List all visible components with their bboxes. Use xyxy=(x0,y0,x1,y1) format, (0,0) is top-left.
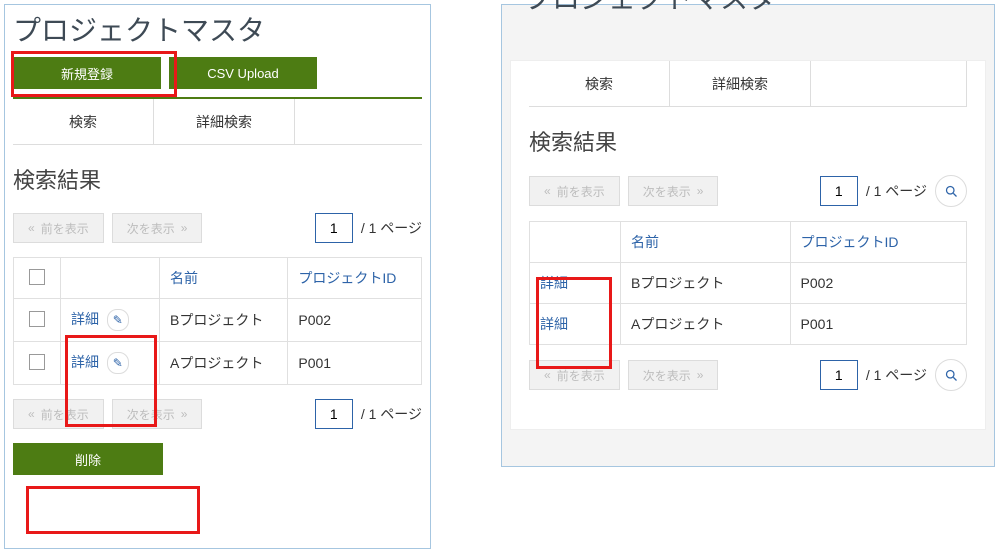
cell-project-id: P001 xyxy=(790,304,966,345)
pager-prev-label: 前を表示 xyxy=(557,367,605,384)
cell-detail: 詳細 ✎ xyxy=(61,299,160,342)
pager-prev[interactable]: « 前を表示 xyxy=(13,399,104,429)
pager-top: « 前を表示 次を表示 » / 1 ページ xyxy=(529,175,967,207)
cell-project-id: P002 xyxy=(790,263,966,304)
pager-next[interactable]: 次を表示 » xyxy=(628,360,719,390)
tab-search[interactable]: 検索 xyxy=(529,61,670,106)
pager-next[interactable]: 次を表示 » xyxy=(112,399,203,429)
header-detail xyxy=(61,258,160,299)
cell-name: Bプロジェクト xyxy=(160,299,288,342)
cell-project-id: P001 xyxy=(288,342,422,385)
checkbox-icon xyxy=(29,354,45,370)
page-total: / 1 ページ xyxy=(361,404,422,424)
page-total: / 1 ページ xyxy=(361,218,422,238)
chevron-left-icon: « xyxy=(544,184,551,198)
search-icon[interactable] xyxy=(935,359,967,391)
pager-prev[interactable]: « 前を表示 xyxy=(13,213,104,243)
tab-search[interactable]: 検索 xyxy=(13,99,154,144)
page-input[interactable] xyxy=(820,360,858,390)
page-input[interactable] xyxy=(820,176,858,206)
table-row: 詳細 Aプロジェクト P001 xyxy=(530,304,967,345)
pager-prev[interactable]: « 前を表示 xyxy=(529,360,620,390)
header-detail xyxy=(530,222,621,263)
chevron-right-icon: » xyxy=(697,184,704,198)
cell-detail: 詳細 xyxy=(530,304,621,345)
chevron-left-icon: « xyxy=(28,221,35,235)
pager-bottom: « 前を表示 次を表示 » / 1 ページ xyxy=(13,399,422,429)
chevron-right-icon: » xyxy=(697,368,704,382)
tab-detail-search[interactable]: 詳細検索 xyxy=(670,61,811,106)
page-title: プロジェクトマスタ xyxy=(524,0,986,17)
header-project-id[interactable]: プロジェクトID xyxy=(790,222,966,263)
pager-prev-label: 前を表示 xyxy=(41,406,89,423)
header-name[interactable]: 名前 xyxy=(160,258,288,299)
header-checkbox-cell[interactable] xyxy=(14,258,61,299)
cell-project-id: P002 xyxy=(288,299,422,342)
tab-row: 検索 詳細検索 xyxy=(529,61,967,107)
csv-upload-button[interactable]: CSV Upload xyxy=(169,57,317,89)
delete-button[interactable]: 削除 xyxy=(13,443,163,475)
results-table: 名前 プロジェクトID 詳細 ✎ Bプロジェクト P002 xyxy=(13,257,422,385)
right-inner: 検索 詳細検索 検索結果 « 前を表示 次を表示 » / 1 ページ xyxy=(510,60,986,430)
cell-name: Aプロジェクト xyxy=(621,304,791,345)
header-project-id[interactable]: プロジェクトID xyxy=(288,258,422,299)
page-input[interactable] xyxy=(315,213,353,243)
page-total: / 1 ページ xyxy=(866,181,927,201)
chevron-right-icon: » xyxy=(181,407,188,421)
table-row: 詳細 ✎ Aプロジェクト P001 xyxy=(14,342,422,385)
tab-detail-search[interactable]: 詳細検索 xyxy=(154,99,295,144)
header-name[interactable]: 名前 xyxy=(621,222,791,263)
detail-link[interactable]: 詳細 xyxy=(540,275,568,291)
pager-prev[interactable]: « 前を表示 xyxy=(529,176,620,206)
cell-name: Aプロジェクト xyxy=(160,342,288,385)
page-input[interactable] xyxy=(315,399,353,429)
tab-empty xyxy=(811,61,967,106)
pencil-icon[interactable]: ✎ xyxy=(107,309,129,331)
checkbox-icon xyxy=(29,269,45,285)
pager-bottom: « 前を表示 次を表示 » / 1 ページ xyxy=(529,359,967,391)
pager-next-label: 次を表示 xyxy=(127,220,175,237)
row-checkbox-cell[interactable] xyxy=(14,342,61,385)
table-row: 詳細 Bプロジェクト P002 xyxy=(530,263,967,304)
pager-prev-label: 前を表示 xyxy=(557,183,605,200)
pager-top: « 前を表示 次を表示 » / 1 ページ xyxy=(13,213,422,243)
pager-next-label: 次を表示 xyxy=(643,367,691,384)
search-icon[interactable] xyxy=(935,175,967,207)
pager-next-label: 次を表示 xyxy=(643,183,691,200)
pencil-icon[interactable]: ✎ xyxy=(107,352,129,374)
cell-name: Bプロジェクト xyxy=(621,263,791,304)
chevron-left-icon: « xyxy=(544,368,551,382)
chevron-left-icon: « xyxy=(28,407,35,421)
section-title: 検索結果 xyxy=(13,163,422,195)
annotation-box xyxy=(26,486,200,534)
detail-link[interactable]: 詳細 xyxy=(71,354,99,370)
pager-next[interactable]: 次を表示 » xyxy=(628,176,719,206)
page-title: プロジェクトマスタ xyxy=(13,5,422,49)
table-row: 詳細 ✎ Bプロジェクト P002 xyxy=(14,299,422,342)
cell-detail: 詳細 xyxy=(530,263,621,304)
page-total: / 1 ページ xyxy=(866,365,927,385)
pager-next[interactable]: 次を表示 » xyxy=(112,213,203,243)
tab-row: 検索 詳細検索 xyxy=(13,97,422,145)
cell-detail: 詳細 ✎ xyxy=(61,342,160,385)
left-panel: プロジェクトマスタ 新規登録 CSV Upload 検索 詳細検索 検索結果 «… xyxy=(4,4,431,549)
detail-link[interactable]: 詳細 xyxy=(71,311,99,327)
row-checkbox-cell[interactable] xyxy=(14,299,61,342)
pager-next-label: 次を表示 xyxy=(127,406,175,423)
section-title: 検索結果 xyxy=(529,125,967,157)
pager-prev-label: 前を表示 xyxy=(41,220,89,237)
detail-link[interactable]: 詳細 xyxy=(540,316,568,332)
chevron-right-icon: » xyxy=(181,221,188,235)
action-row: 新規登録 CSV Upload xyxy=(13,57,422,89)
results-table: 名前 プロジェクトID 詳細 Bプロジェクト P002 詳細 Aプロジェクト P… xyxy=(529,221,967,345)
right-panel: プロジェクトマスタ 検索 詳細検索 検索結果 « 前を表示 次を表示 » xyxy=(501,4,995,467)
checkbox-icon xyxy=(29,311,45,327)
new-button[interactable]: 新規登録 xyxy=(13,57,161,89)
